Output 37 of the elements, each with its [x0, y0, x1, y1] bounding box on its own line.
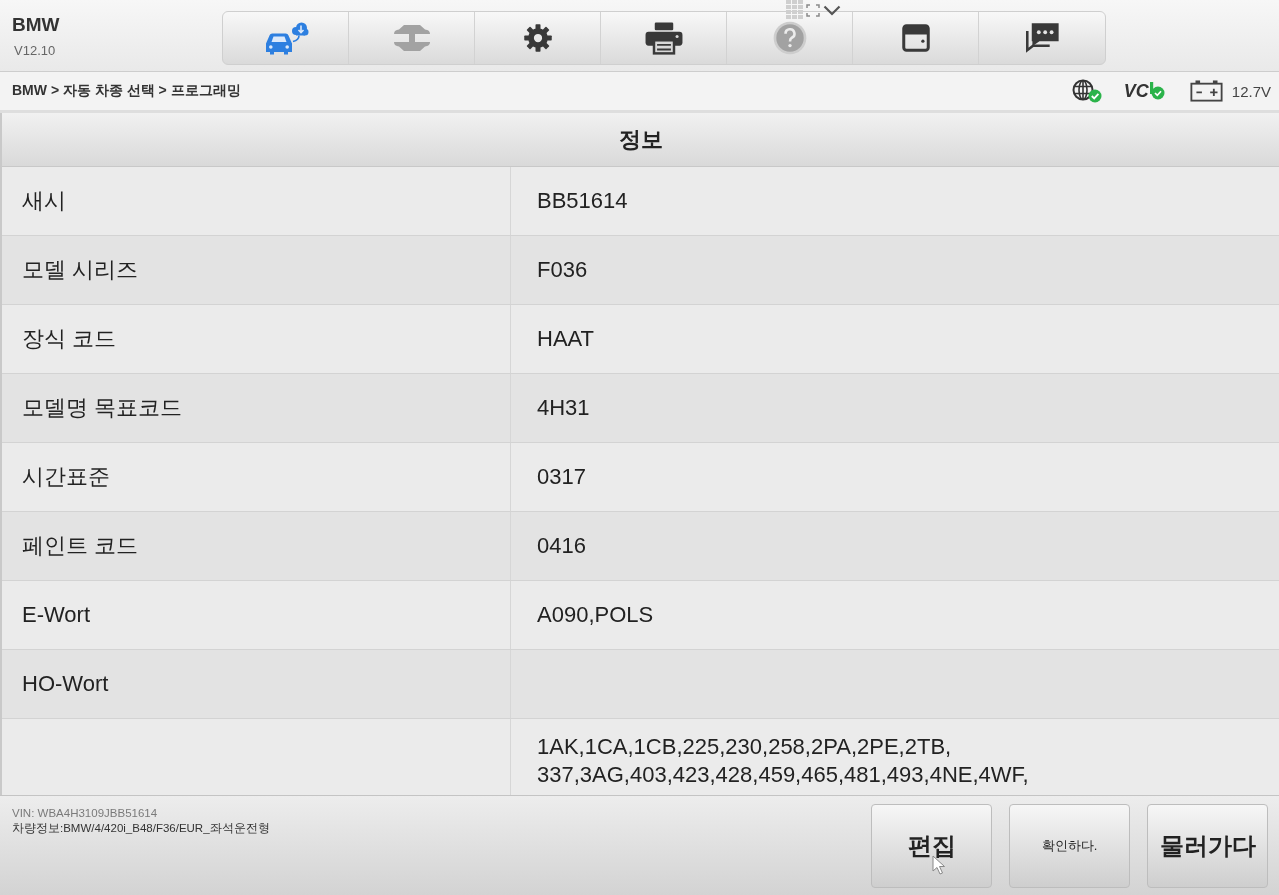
vehicle-info-text: 차량정보:BMW/4/420i_B48/F36/EUR_좌석운전형: [12, 821, 270, 836]
table-header: 정보: [0, 113, 1279, 167]
field-value: BB51614: [537, 188, 629, 214]
expand-icon[interactable]: [806, 4, 820, 17]
field-label: 장식 코드: [22, 325, 117, 353]
action-button[interactable]: 확인하다.: [1009, 803, 1130, 888]
breadcrumb: BMW > 자동 차종 선택 > 프로그래밍: [12, 82, 241, 100]
field-label: 새시: [22, 187, 66, 215]
field-value-line: 1AK,1CA,1CB,225,230,258,2PA,2PE,2TB,: [537, 733, 953, 761]
vin-text: VIN: WBA4H3109JBB51614: [12, 807, 159, 819]
field-label: 페인트 코드: [22, 532, 139, 560]
settings-icon: [522, 22, 553, 53]
battery-icon: [1188, 80, 1224, 102]
action-button[interactable]: 물러가다: [1147, 803, 1268, 888]
globe-check-icon: [1071, 79, 1102, 103]
chat-icon: [1024, 21, 1060, 54]
check-badge-icon: [1148, 82, 1165, 100]
field-label: 모델 시리즈: [22, 256, 139, 284]
field-value: 0416: [537, 533, 587, 559]
version-label: V12.10: [13, 44, 57, 58]
field-value: 0317: [537, 464, 587, 490]
field-value: F036: [537, 257, 589, 283]
field-value: 4H31: [537, 395, 591, 421]
field-label: HO-Wort: [22, 671, 109, 697]
field-label: 모델명 목표코드: [22, 394, 183, 422]
chevron-down-icon[interactable]: [823, 5, 841, 16]
app-title: BMW: [12, 15, 61, 35]
battery-voltage: 12.7V: [1231, 82, 1271, 100]
action-button[interactable]: 편집: [871, 803, 992, 888]
field-label: E-Wort: [22, 602, 91, 628]
field-value: HAAT: [537, 326, 596, 352]
vci-label: VC: [1123, 80, 1149, 102]
printer-icon: [643, 20, 684, 55]
field-label: 시간표준: [22, 463, 110, 491]
help-icon: [772, 20, 807, 55]
field-value-line: 337,3AG,403,423,428,459,465,481,493,4NE,4WF,: [537, 761, 1030, 789]
field-value: A090,POLS: [537, 602, 655, 628]
